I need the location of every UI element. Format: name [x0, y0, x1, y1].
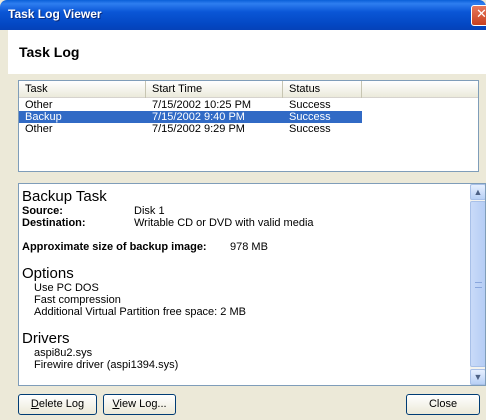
close-button[interactable]: Close: [406, 394, 480, 415]
size-label: Approximate size of backup image:: [22, 241, 207, 253]
row-task: Other: [25, 99, 53, 111]
column-header-status[interactable]: Status: [283, 81, 362, 98]
row-task: Backup: [25, 111, 62, 123]
row-task: Other: [25, 123, 53, 135]
source-label: Source:: [22, 205, 63, 217]
delete-mnemonic: D: [30, 398, 39, 410]
column-header-start-time[interactable]: Start Time: [146, 81, 283, 98]
close-icon: ✕: [476, 7, 486, 22]
header-panel: Task Log: [8, 30, 486, 74]
list-row-selected[interactable]: Backup 7/15/2002 9:40 PM Success: [19, 111, 362, 123]
destination-label: Destination:: [22, 217, 86, 229]
source-line: Source: Disk 1: [22, 205, 462, 217]
row-start-time: 7/15/2002 9:40 PM: [152, 111, 245, 123]
close-window-button[interactable]: ✕: [471, 5, 486, 26]
scroll-down-button[interactable]: ▼: [470, 369, 485, 385]
scroll-up-button[interactable]: ▲: [470, 184, 485, 200]
option-item: Additional Virtual Partition free space:…: [34, 306, 246, 318]
delete-label: elete Log: [38, 398, 85, 410]
view-mnemonic: V: [112, 398, 120, 410]
option-item: Fast compression: [34, 294, 121, 306]
chevron-down-icon: ▼: [473, 372, 483, 382]
row-start-time: 7/15/2002 9:29 PM: [152, 123, 245, 135]
source-value: Disk 1: [134, 205, 165, 217]
destination-value: Writable CD or DVD with valid media: [134, 217, 314, 229]
row-start-time: 7/15/2002 10:25 PM: [152, 99, 252, 111]
title-bar: Task Log Viewer ✕: [0, 0, 486, 30]
grip-icon: [475, 282, 482, 288]
option-item: Use PC DOS: [34, 282, 99, 294]
vertical-scrollbar[interactable]: ▲ ▼: [470, 184, 485, 385]
details-pane[interactable]: Backup Task Source: Disk 1 Destination: …: [18, 183, 486, 386]
size-line: Approximate size of backup image: 978 MB: [22, 241, 462, 253]
row-status: Success: [289, 123, 331, 135]
row-status: Success: [289, 111, 331, 123]
list-row[interactable]: Other 7/15/2002 10:25 PM Success: [19, 99, 362, 111]
view-log-button[interactable]: View Log...: [103, 394, 176, 415]
view-label: iew Log...: [119, 398, 167, 410]
details-title: Backup Task: [22, 188, 107, 205]
driver-item: Firewire driver (aspi1394.sys): [34, 359, 179, 371]
page-title: Task Log: [19, 44, 80, 60]
list-header: Task Start Time Status: [19, 81, 478, 98]
destination-line: Destination: Writable CD or DVD with val…: [22, 217, 462, 229]
details-content: Backup Task Source: Disk 1 Destination: …: [22, 188, 462, 371]
options-title: Options: [22, 265, 74, 282]
size-value: 978 MB: [230, 241, 268, 253]
chevron-up-icon: ▲: [473, 187, 483, 197]
delete-log-button[interactable]: Delete Log: [18, 394, 97, 415]
task-list[interactable]: Task Start Time Status Other 7/15/2002 1…: [18, 80, 479, 172]
scroll-thumb[interactable]: [470, 201, 485, 367]
window-title: Task Log Viewer: [8, 7, 102, 21]
drivers-title: Drivers: [22, 330, 70, 347]
driver-item: aspi8u2.sys: [34, 347, 93, 359]
row-status: Success: [289, 99, 331, 111]
column-header-task[interactable]: Task: [19, 81, 146, 98]
list-row[interactable]: Other 7/15/2002 9:29 PM Success: [19, 123, 362, 135]
